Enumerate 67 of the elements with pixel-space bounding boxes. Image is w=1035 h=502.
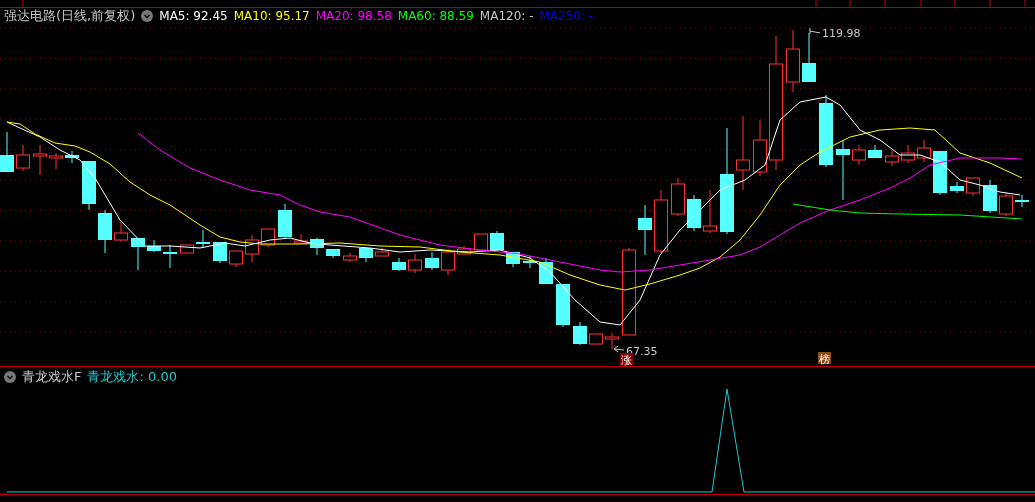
- moving-average-label: MA20: 98.58: [315, 9, 392, 23]
- candle: [671, 177, 685, 217]
- candle: [425, 251, 439, 271]
- dropdown-icon[interactable]: [141, 10, 154, 22]
- candle: [1015, 194, 1029, 208]
- candle: [278, 203, 292, 240]
- candle: [82, 160, 96, 211]
- candle: [49, 152, 63, 170]
- stock-title: 强达电路(日线,前复权): [4, 7, 136, 25]
- candle: [589, 333, 603, 345]
- moving-average-label: MA60: 88.59: [397, 9, 474, 23]
- candle: [457, 245, 471, 255]
- candle: [703, 189, 717, 234]
- moving-average-label: MA120: -: [479, 9, 534, 23]
- candle: [654, 189, 668, 254]
- candle: [441, 248, 455, 276]
- candle: [180, 244, 194, 254]
- candle: [852, 144, 866, 166]
- candle: [786, 29, 800, 93]
- candle: [885, 149, 899, 167]
- moving-average-label: MA5: 92.45: [159, 9, 228, 23]
- candle: [556, 283, 570, 328]
- moving-average-label: MA250: -: [539, 9, 594, 23]
- candle: [408, 253, 422, 274]
- indicator-value: 青龙戏水: 0.00: [87, 368, 177, 386]
- dropdown-icon[interactable]: [4, 371, 16, 383]
- candle: [868, 144, 882, 159]
- candle: [294, 233, 308, 244]
- candle: [999, 192, 1013, 217]
- candle: [474, 233, 488, 251]
- candle: [245, 234, 259, 263]
- signal-badge: 榜: [818, 352, 831, 366]
- indicator-title: 青龙戏水F: [22, 368, 82, 386]
- candle: [163, 244, 177, 269]
- candle: [392, 257, 406, 272]
- candle: [966, 177, 980, 197]
- candle: [310, 237, 324, 256]
- candle: [901, 144, 915, 164]
- candle: [147, 239, 161, 253]
- candle: [359, 247, 373, 263]
- candle: [933, 150, 947, 196]
- candle: [490, 230, 504, 251]
- candle: [687, 194, 701, 232]
- candle: [114, 221, 128, 242]
- candle: [33, 144, 47, 176]
- candle: [917, 139, 931, 163]
- candle: [753, 119, 767, 177]
- candle: [802, 32, 816, 83]
- candle: [836, 139, 850, 201]
- candle: [229, 250, 243, 268]
- candle: [65, 150, 79, 164]
- candle: [16, 144, 30, 172]
- candle: [131, 237, 145, 271]
- candle: [375, 247, 389, 257]
- candle: [213, 241, 227, 264]
- candle: [983, 179, 997, 214]
- candle: [605, 332, 619, 350]
- candle: [638, 204, 652, 256]
- candle: [196, 229, 210, 249]
- candle: [950, 181, 964, 194]
- candle: [523, 255, 537, 269]
- candle: [343, 252, 357, 263]
- candle: [98, 209, 112, 254]
- candle: [326, 248, 340, 259]
- candle: [573, 321, 587, 346]
- moving-average-label: MA10: 95.17: [233, 9, 310, 23]
- candle: [0, 131, 14, 173]
